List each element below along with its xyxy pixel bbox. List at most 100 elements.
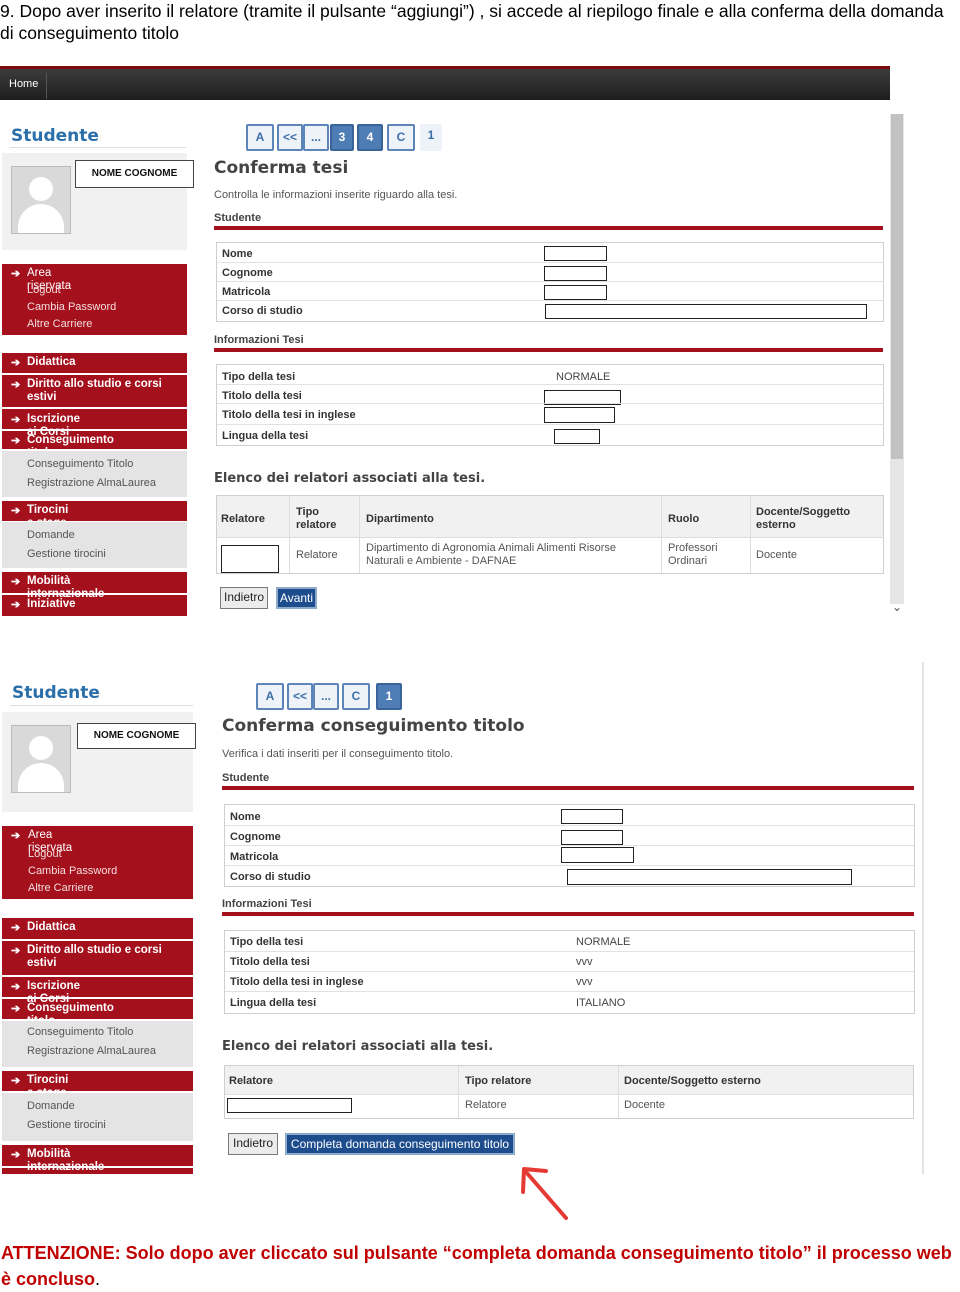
label-titolo: Titolo della tesi (222, 390, 302, 402)
submenu-link-almalaurea[interactable]: Registrazione AlmaLaurea (27, 477, 156, 489)
table-row: Corso di studio (225, 865, 914, 886)
complete-application-button[interactable]: Completa domanda conseguimento titolo (285, 1133, 515, 1155)
step-ellipsis[interactable]: ... (303, 124, 329, 151)
arrow-right-icon: ➔ (11, 414, 21, 426)
label-nome: Nome (222, 248, 253, 260)
tipo-value: NORMALE (556, 371, 611, 383)
back-button[interactable]: Indietro (228, 1133, 278, 1155)
scroll-down-icon[interactable]: ⌄ (892, 600, 902, 614)
step-a[interactable]: A (256, 683, 284, 710)
divider (2, 407, 187, 409)
divider (2, 997, 193, 999)
relatore-name-field (227, 1098, 352, 1113)
nome-field (544, 246, 607, 261)
matricola-field (561, 847, 634, 863)
step-4-current[interactable]: 4 (357, 124, 383, 151)
corso-field (545, 304, 867, 319)
relatori-table: Relatore Tipo relatore Dipartimento Ruol… (216, 495, 884, 574)
col-tipo-relatore: Tipo relatore (296, 506, 337, 531)
student-table: Nome Cognome Matricola Corso di studio (224, 804, 915, 887)
pointer-arrow-icon (521, 1167, 568, 1220)
divider (2, 975, 193, 977)
submenu-link-gestione-tirocini[interactable]: Gestione tirocini (27, 1119, 106, 1131)
sidebar-title: Studente (12, 683, 100, 703)
step-3[interactable]: 3 (330, 124, 354, 151)
table-row: Tipo della tesi NORMALE (225, 931, 914, 951)
step-ellipsis[interactable]: ... (313, 683, 339, 710)
step-1-current[interactable]: 1 (376, 683, 402, 710)
avatar (11, 725, 71, 793)
menu-group-mobilita: ➔Mobilità internazionale ➔Iniziative (2, 572, 187, 616)
corso-field (567, 869, 852, 885)
table-row: Nome (217, 243, 883, 262)
arrow-right-icon: ➔ (11, 599, 21, 611)
table-row: Matricola (225, 845, 914, 866)
menu-group-mobilita: ➔Mobilità internazionale (2, 1145, 193, 1174)
lingua-value: ITALIANO (576, 997, 626, 1009)
warning-notice: ATTENZIONE: Solo dopo aver cliccato sul … (1, 1240, 959, 1292)
step-c[interactable]: C (342, 683, 370, 710)
step-1[interactable]: 1 (420, 124, 442, 151)
menu-link-cambia-password[interactable]: Cambia Password (27, 301, 116, 313)
section-info-tesi: Informazioni Tesi (214, 334, 304, 346)
divider (2, 939, 193, 941)
cognome-field (544, 266, 607, 281)
arrow-right-icon: ➔ (11, 1075, 21, 1087)
divider (10, 705, 193, 706)
col-docente: Docente/Soggetto esterno (624, 1075, 761, 1087)
home-link[interactable]: Home (9, 78, 38, 90)
page-title: Conferma tesi (214, 158, 349, 178)
menu-link-altre-carriere[interactable]: Altre Carriere (28, 882, 93, 894)
arrow-right-icon: ➔ (11, 268, 21, 280)
label-tipo: Tipo della tesi (230, 936, 304, 948)
section-rule (222, 786, 914, 790)
step-back[interactable]: << (277, 124, 303, 151)
screenshot-conferma-conseguimento: Studente NOME COGNOME ➔ Area riservata Lo… (0, 662, 925, 1174)
back-button[interactable]: Indietro (220, 587, 268, 609)
label-lingua: Lingua della tesi (230, 997, 317, 1009)
submenu-link-conseguimento[interactable]: Conseguimento Titolo (27, 458, 133, 470)
submenu-link-conseguimento[interactable]: Conseguimento Titolo (27, 1026, 133, 1038)
scrollbar[interactable] (890, 114, 904, 604)
table-row: Nome (225, 805, 914, 825)
intro-text: 9. Dopo aver inserito il relatore (trami… (0, 1, 944, 43)
scrollbar-thumb[interactable] (891, 114, 903, 459)
menu-link-cambia-password[interactable]: Cambia Password (28, 865, 117, 877)
section-studente: Studente (214, 212, 262, 224)
menu-area-riservata: ➔ Area riservata Logout Cambia Password A… (2, 264, 187, 335)
menu-link-logout[interactable]: Logout (27, 284, 61, 296)
label-titolo: Titolo della tesi (230, 956, 310, 968)
arrow-right-icon: ➔ (11, 945, 21, 957)
titolo-inglese-field (544, 407, 615, 423)
step-c[interactable]: C (387, 124, 415, 151)
table-header (225, 1066, 913, 1094)
profile-box: NOME COGNOME (2, 712, 196, 812)
scrollbar[interactable] (922, 662, 924, 1174)
step-a[interactable]: A (246, 124, 274, 151)
menu-group-tirocini: ➔Tirocini e stage (2, 501, 187, 529)
relatori-title: Elenco dei relatori associati alla tesi. (214, 471, 486, 486)
lingua-field (554, 429, 600, 444)
profile-box: NOME COGNOME (2, 153, 194, 250)
arrow-right-icon: ➔ (11, 379, 21, 391)
col-docente: Docente/Soggetto esterno (756, 506, 851, 531)
arrow-right-icon: ➔ (11, 1003, 21, 1015)
table-row: Tipo della tesi NORMALE (217, 365, 883, 384)
table-row: Cognome (217, 262, 883, 282)
table-row: Titolo della tesi vvv (225, 951, 914, 972)
menu-link-altre-carriere[interactable]: Altre Carriere (27, 318, 92, 330)
submenu-link-almalaurea[interactable]: Registrazione AlmaLaurea (27, 1045, 156, 1057)
submenu-link-domande[interactable]: Domande (27, 529, 75, 541)
user-name: NOME COGNOME (75, 160, 194, 188)
screenshot-conferma-tesi: Home ⌄ Studente NOME COGNOME ➔ Area riser… (0, 66, 905, 618)
submenu-link-domande[interactable]: Domande (27, 1100, 75, 1112)
page-subtitle: Verifica i dati inseriti per il consegui… (222, 748, 454, 760)
avatar (11, 166, 71, 234)
tipo-value: NORMALE (576, 936, 631, 948)
next-button[interactable]: Avanti (276, 587, 317, 609)
menu-link-logout[interactable]: Logout (28, 848, 62, 860)
arrow-right-icon: ➔ (11, 830, 21, 842)
step-back[interactable]: << (287, 683, 313, 710)
submenu-link-gestione-tirocini[interactable]: Gestione tirocini (27, 548, 106, 560)
col-relatore: Relatore (229, 1075, 274, 1087)
